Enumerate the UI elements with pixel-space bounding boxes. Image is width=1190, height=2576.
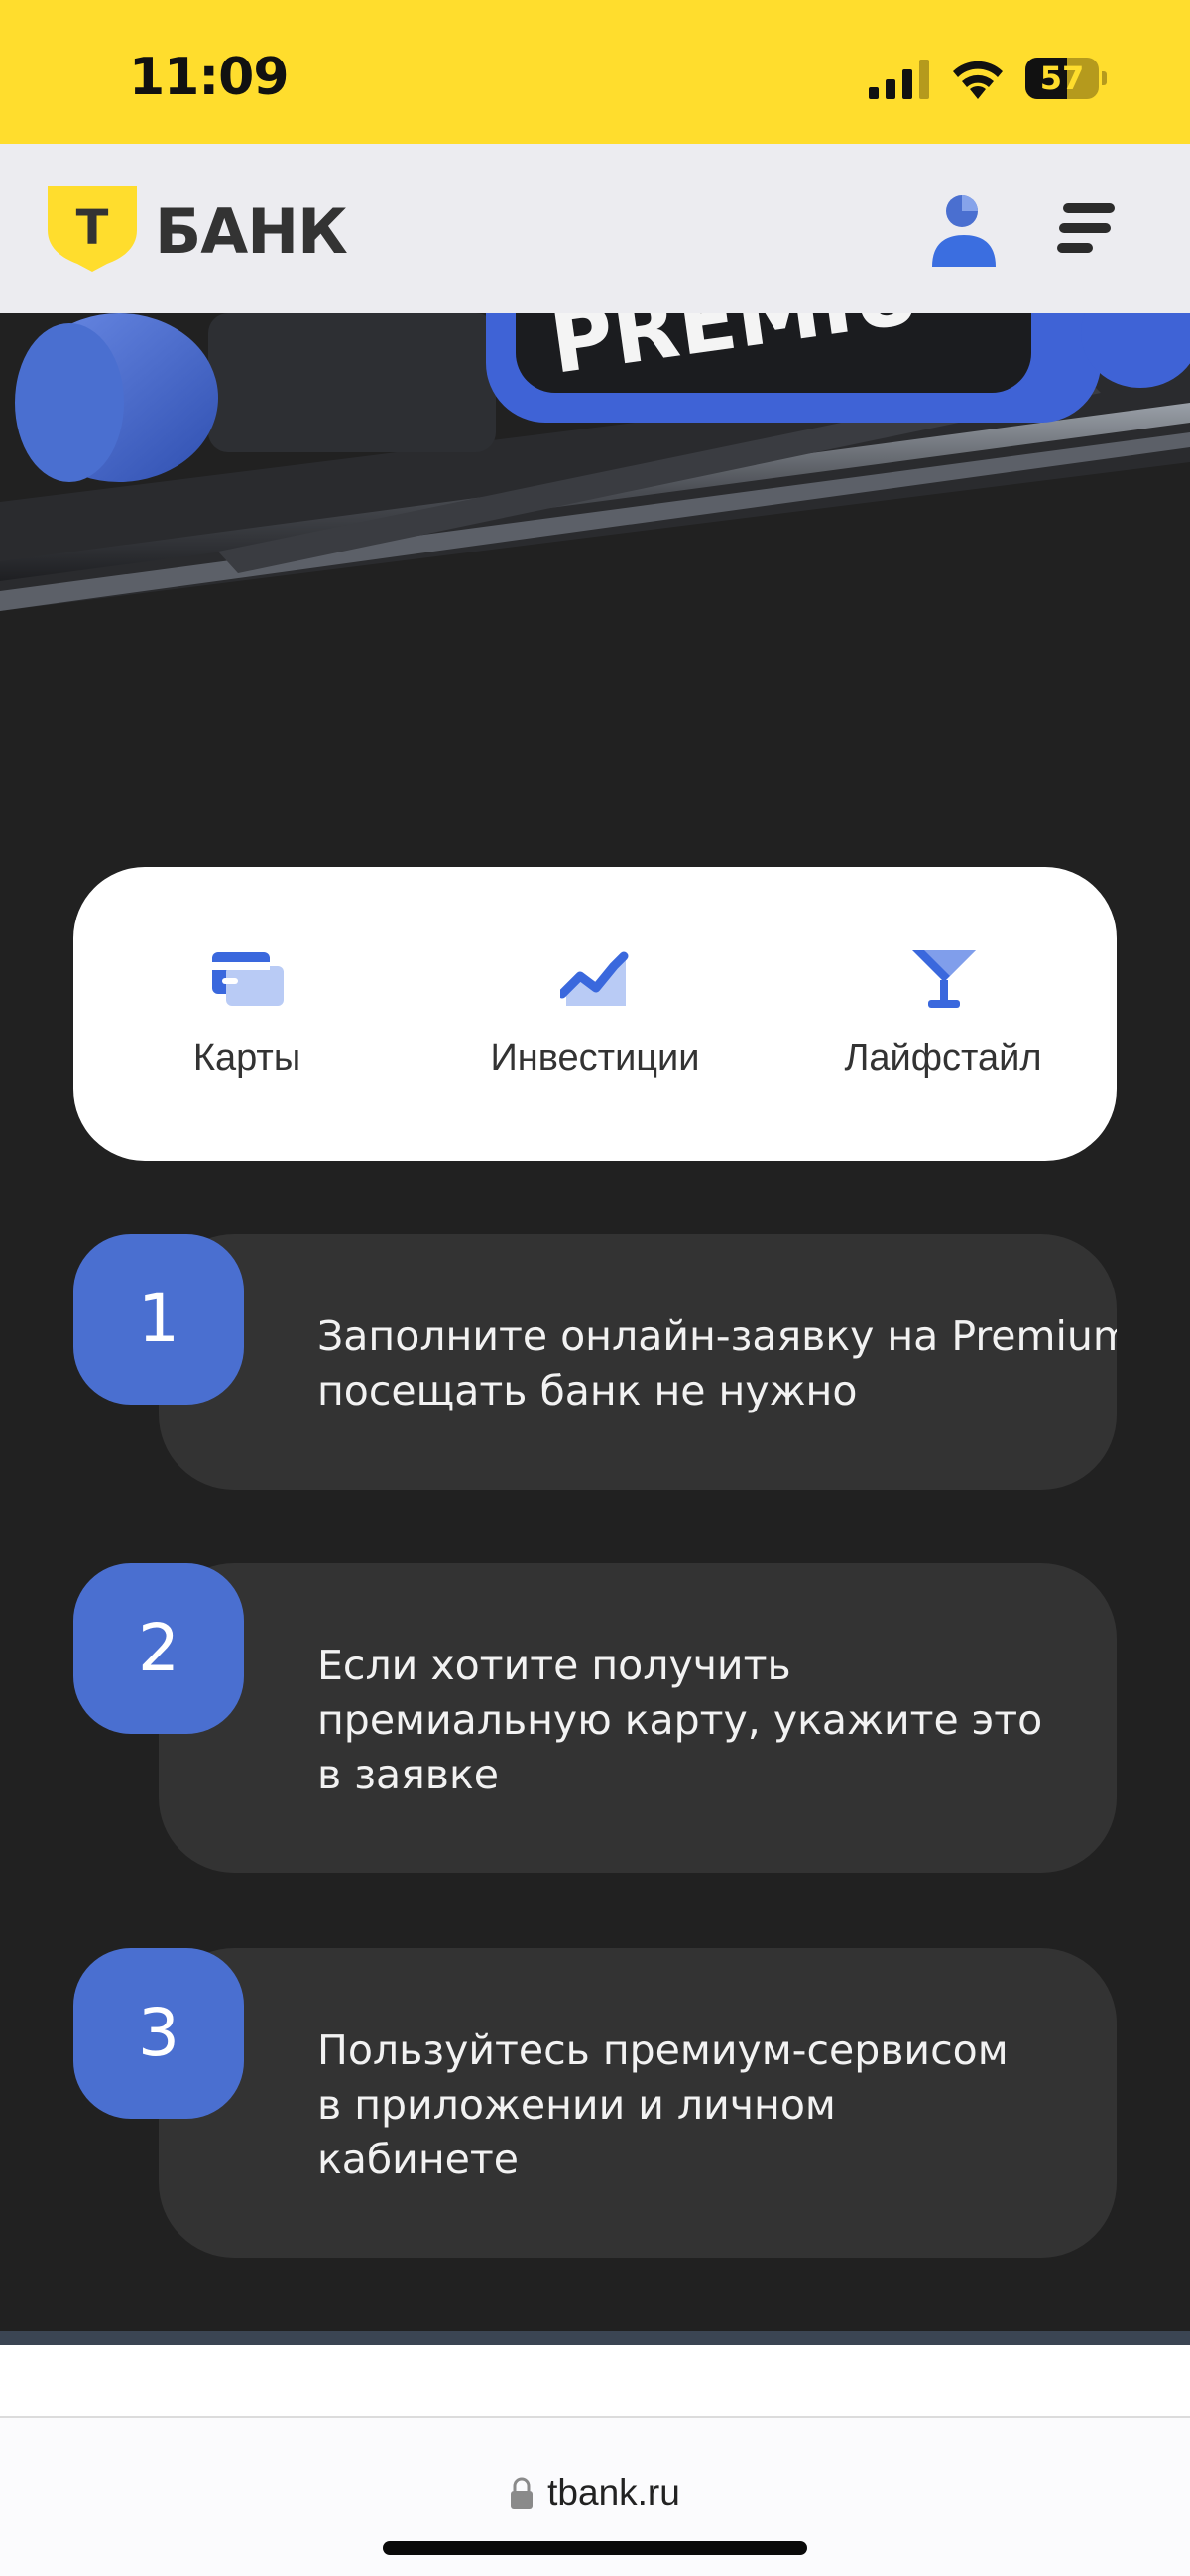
logo-letter: Т — [76, 200, 109, 256]
battery-indicator: 57 — [1025, 58, 1107, 99]
browser-address-bar[interactable]: tbank.ru — [0, 2416, 1190, 2576]
category-lifestyle[interactable]: Лайфстайл — [770, 867, 1117, 1161]
step-text-line: кабинете — [317, 2136, 519, 2183]
card-icon — [212, 952, 284, 1006]
status-bar: 11:09 57 — [0, 0, 1190, 144]
step-text-line: премиальную карту, укажите это — [317, 1696, 1043, 1744]
user-icon[interactable] — [930, 191, 998, 267]
step-text-line: в заявке — [317, 1751, 499, 1798]
category-cards[interactable]: Карты — [73, 867, 420, 1161]
step-card: Если хотите получить премиальную карту, … — [159, 1563, 1117, 1873]
step-number-badge: 3 — [73, 1948, 244, 2119]
url-display[interactable]: tbank.ru — [0, 2472, 1190, 2521]
category-investments[interactable]: Инвестиции — [421, 867, 769, 1161]
lock-icon — [511, 2477, 534, 2509]
step-number-badge: 2 — [73, 1563, 244, 1734]
step-text-line: Пользуйтесь премиум-сервисом — [317, 2026, 1009, 2074]
step-text-line: Заполните онлайн-заявку на Premium, — [317, 1312, 1117, 1360]
premium-sign-illustration: PREMIU — [0, 313, 1190, 641]
category-label: Инвестиции — [490, 1038, 700, 1079]
step-3: Пользуйтесь премиум-сервисом в приложени… — [73, 1948, 1117, 2258]
cellular-signal-icon — [869, 60, 929, 99]
next-section-top — [0, 2345, 1190, 2416]
category-label: Лайфстайл — [844, 1038, 1042, 1079]
cocktail-icon — [912, 950, 976, 1008]
step-card: Заполните онлайн-заявку на Premium, посе… — [159, 1234, 1117, 1490]
status-time: 11:09 — [129, 48, 290, 107]
url-text: tbank.ru — [547, 2472, 680, 2513]
battery-level: 57 — [1039, 60, 1085, 97]
chart-icon — [560, 951, 629, 1006]
category-tabs: Карты Инвестиции Лайфстайл — [73, 867, 1117, 1161]
home-indicator[interactable] — [383, 2541, 807, 2555]
logo-text[interactable]: БАНК — [155, 195, 348, 268]
step-text-line: в приложении и личном — [317, 2081, 836, 2129]
step-number-badge: 1 — [73, 1234, 244, 1405]
tbank-logo-shield-icon[interactable]: Т — [48, 186, 137, 274]
category-label: Карты — [192, 1038, 301, 1079]
step-1: Заполните онлайн-заявку на Premium, посе… — [73, 1234, 1117, 1490]
menu-icon[interactable] — [1057, 201, 1117, 257]
step-text: Если хотите получить премиальную карту, … — [317, 1639, 1117, 1802]
step-2: Если хотите получить премиальную карту, … — [73, 1563, 1117, 1873]
step-text: Пользуйтесь премиум-сервисом в приложени… — [317, 2024, 1117, 2187]
site-header: Т БАНК — [0, 144, 1190, 313]
wifi-icon — [953, 61, 1003, 99]
step-card: Пользуйтесь премиум-сервисом в приложени… — [159, 1948, 1117, 2258]
step-text-line: Если хотите получить — [317, 1642, 791, 1689]
section-divider — [0, 2331, 1190, 2345]
step-text-line: посещать банк не нужно — [317, 1367, 858, 1414]
premium-hero-illustration: PREMIU — [0, 313, 1190, 641]
step-text: Заполните онлайн-заявку на Premium, посе… — [317, 1309, 1117, 1418]
